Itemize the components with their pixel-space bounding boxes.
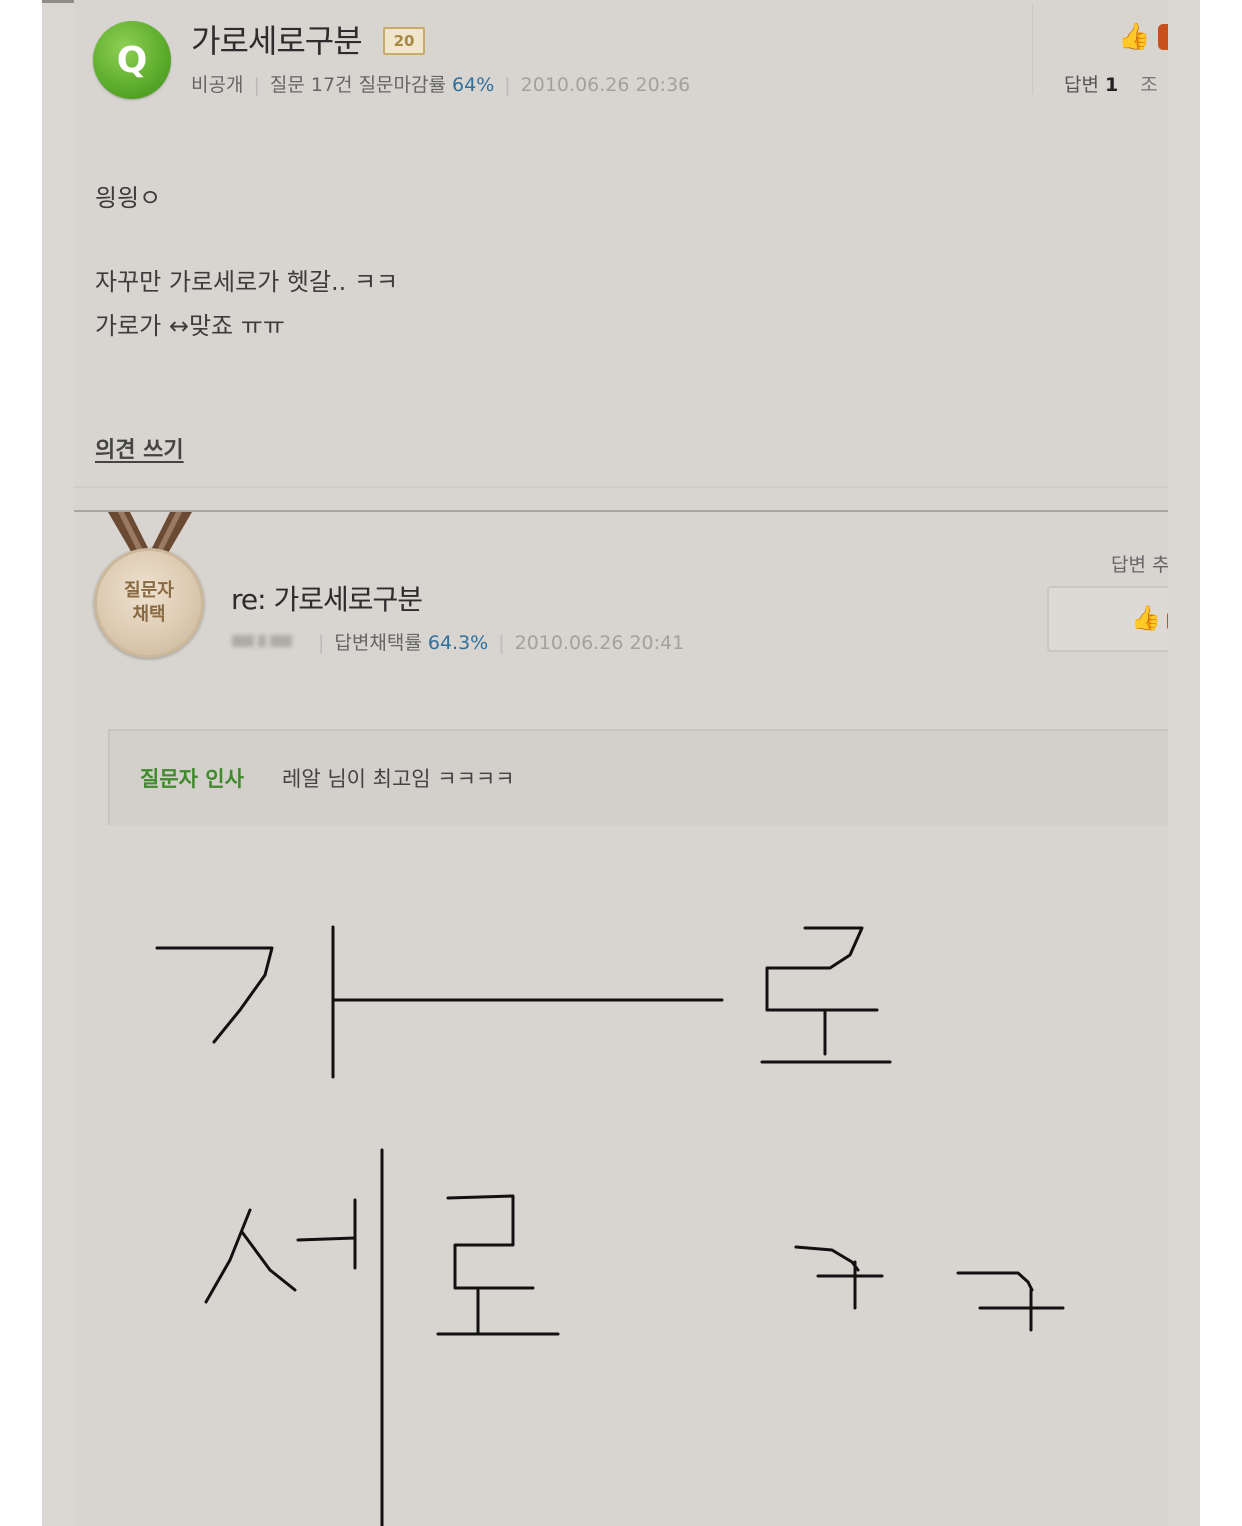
medal-line-2: 채택 <box>132 604 166 625</box>
meta-divider: | <box>498 632 505 654</box>
question-body-line: 읭읭ㅇ <box>95 184 162 212</box>
answer-meta: | 답변채택률 64.3% | 2010.06.26 20:41 <box>318 628 684 655</box>
adopt-rate-value: 64.3% <box>427 632 489 654</box>
thanks-text: 레알 님이 최고임 ㅋㅋㅋㅋ <box>282 767 515 791</box>
questioner-thanks-box: 질문자 인사 레알 님이 최고임 ㅋㅋㅋㅋ <box>108 729 1170 825</box>
question-meta: 비공개 | 질문 17건 질문마감률 64% | 2010.06.26 20:36 <box>191 70 690 97</box>
meta-divider: | <box>253 74 260 96</box>
q-circle-icon: Q <box>93 21 171 99</box>
q-letter: Q <box>116 39 148 81</box>
adopt-rate-label: 답변채택률 <box>334 632 422 654</box>
question-body-line: 자꾸만 가로세로가 헷갈.. ㅋㅋ <box>95 268 399 296</box>
question-body-line: 가로가 ↔맞죠 ㅠㅠ <box>95 312 285 340</box>
view-count-label: 조 <box>1140 74 1158 96</box>
question-date: 2010.06.26 20:36 <box>520 74 691 96</box>
answer-count-label: 답변 <box>1064 74 1099 96</box>
write-opinion-link[interactable]: 의견 쓰기 <box>95 432 184 464</box>
thanks-label: 질문자 인사 <box>140 767 244 791</box>
question-count[interactable]: 질문 17건 <box>270 74 353 96</box>
thumbs-up-icon[interactable]: 👍 <box>1118 22 1150 52</box>
header-divider <box>1032 4 1033 94</box>
close-rate-value: 64% <box>452 74 495 96</box>
medal-icon: 질문자 채택 <box>94 548 204 658</box>
recommend-button[interactable]: 👍 <box>1047 586 1177 652</box>
question-title: 가로세로구분 <box>191 22 363 60</box>
thumbs-up-icon: 👍 <box>1131 604 1161 632</box>
answer-title: re: 가로세로구분 <box>231 583 423 616</box>
divider <box>74 486 1168 488</box>
like-badge <box>1158 24 1168 50</box>
answer-divider <box>74 510 1168 512</box>
answer-count: 답변 1 조 <box>1064 70 1158 97</box>
answerer-name-blurred <box>232 630 302 652</box>
meta-divider: | <box>504 74 511 96</box>
level-badge: 20 <box>383 27 425 55</box>
right-margin <box>1168 0 1200 1526</box>
answer-count-value: 1 <box>1105 74 1119 96</box>
visibility-label: 비공개 <box>191 74 244 96</box>
meta-divider: | <box>318 632 325 654</box>
answer-date: 2010.06.26 20:41 <box>514 632 685 654</box>
close-rate-label: 질문마감률 <box>358 74 446 96</box>
answer-recommend-label: 답변 추 <box>1111 554 1170 576</box>
medal-line-1: 질문자 <box>124 580 174 601</box>
